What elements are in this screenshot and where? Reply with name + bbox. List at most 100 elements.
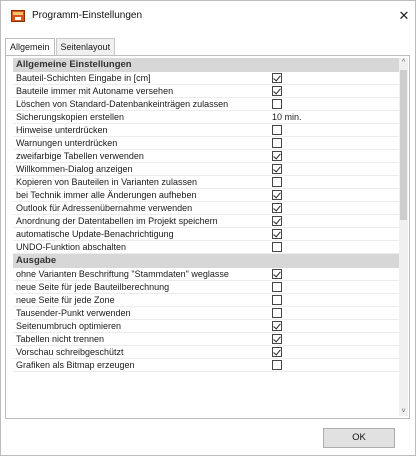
scroll-up-icon[interactable]: ^ [399,58,408,67]
setting-checkbox[interactable] [272,347,282,357]
setting-value [269,320,399,332]
setting-value [269,202,399,214]
setting-row: Anordnung der Datentabellen im Projekt s… [13,215,399,228]
setting-value [269,281,399,293]
setting-row: Vorschau schreibgeschützt [13,346,399,359]
setting-label: UNDO-Funktion abschalten [16,242,127,252]
setting-value [269,294,399,306]
setting-value [269,333,399,345]
setting-label: Seitenumbruch optimieren [16,321,122,331]
settings-grid: Allgemeine Einstellungen Bauteil-Schichte… [13,58,399,416]
setting-checkbox[interactable] [272,151,282,161]
setting-row: Grafiken als Bitmap erzeugen [13,359,399,372]
setting-row: Seitenumbruch optimieren [13,320,399,333]
setting-label: ohne Varianten Beschriftung "Stammdaten"… [16,269,229,279]
setting-checkbox[interactable] [272,334,282,344]
setting-value-field[interactable]: 10 min. [269,111,399,123]
section-header: Ausgabe [13,254,399,268]
setting-value [269,150,399,162]
setting-label: Vorschau schreibgeschützt [16,347,124,357]
setting-row: bei Technik immer alle Änderungen aufheb… [13,189,399,202]
setting-checkbox[interactable] [272,138,282,148]
tab-seitenlayout[interactable]: Seitenlayout [55,38,116,55]
close-button[interactable]: ✕ [393,5,415,27]
setting-label: Grafiken als Bitmap erzeugen [16,360,135,370]
setting-row: Hinweise unterdrücken [13,124,399,137]
setting-label: neue Seite für jede Zone [16,295,115,305]
setting-row: automatische Update-Benachrichtigung [13,228,399,241]
setting-checkbox[interactable] [272,295,282,305]
window-title: Programm-Einstellungen [32,10,143,21]
settings-dialog: Programm-Einstellungen ✕ Allgemein Seite… [0,0,416,456]
setting-row: ohne Varianten Beschriftung "Stammdaten"… [13,268,399,281]
setting-checkbox[interactable] [272,203,282,213]
setting-label: automatische Update-Benachrichtigung [16,229,174,239]
setting-value [269,307,399,319]
setting-row: Willkommen-Dialog anzeigen [13,163,399,176]
setting-value [269,346,399,358]
setting-row: Tausender-Punkt verwenden [13,307,399,320]
setting-checkbox[interactable] [272,216,282,226]
tab-allgemein[interactable]: Allgemein [5,38,55,56]
setting-label: Bauteil-Schichten Eingabe in [cm] [16,73,151,83]
section-header: Allgemeine Einstellungen [13,58,399,72]
setting-checkbox[interactable] [272,164,282,174]
setting-row: Tabellen nicht trennen [13,333,399,346]
setting-checkbox[interactable] [272,229,282,239]
ok-button[interactable]: OK [323,428,395,448]
setting-value [269,359,399,371]
setting-row: Bauteile immer mit Autoname versehen [13,85,399,98]
setting-checkbox[interactable] [272,125,282,135]
setting-row: neue Seite für jede Bauteilberechnung [13,281,399,294]
setting-row: Bauteil-Schichten Eingabe in [cm] [13,72,399,85]
setting-value [269,85,399,97]
setting-label: Tabellen nicht trennen [16,334,105,344]
setting-label: Sicherungskopien erstellen [16,112,125,122]
setting-value [269,72,399,84]
setting-row: Löschen von Standard-Datenbankeinträgen … [13,98,399,111]
scroll-thumb[interactable] [400,70,407,220]
setting-row: Sicherungskopien erstellen 10 min. [13,111,399,124]
tab-panel: Allgemeine Einstellungen Bauteil-Schichte… [5,55,410,419]
setting-checkbox[interactable] [272,177,282,187]
setting-value [269,215,399,227]
setting-row: zweifarbige Tabellen verwenden [13,150,399,163]
setting-value [269,98,399,110]
setting-checkbox[interactable] [272,190,282,200]
setting-label: zweifarbige Tabellen verwenden [16,151,144,161]
setting-value [269,137,399,149]
app-icon [11,10,25,22]
setting-checkbox[interactable] [272,282,282,292]
setting-checkbox[interactable] [272,242,282,252]
setting-label: Anordnung der Datentabellen im Projekt s… [16,216,218,226]
setting-label: neue Seite für jede Bauteilberechnung [16,282,170,292]
setting-checkbox[interactable] [272,99,282,109]
setting-label: Warnungen unterdrücken [16,138,118,148]
setting-checkbox[interactable] [272,86,282,96]
setting-label: Bauteile immer mit Autoname versehen [16,86,174,96]
setting-row: Kopieren von Bauteilen in Varianten zula… [13,176,399,189]
setting-label: Löschen von Standard-Datenbankeinträgen … [16,99,229,109]
setting-checkbox[interactable] [272,269,282,279]
setting-value [269,124,399,136]
vertical-scrollbar[interactable]: ^ ˅ [399,58,408,416]
scroll-down-icon[interactable]: ˅ [399,407,408,416]
setting-checkbox[interactable] [272,308,282,318]
setting-label: Hinweise unterdrücken [16,125,108,135]
setting-row: Warnungen unterdrücken [13,137,399,150]
setting-label: bei Technik immer alle Änderungen aufheb… [16,190,197,200]
setting-checkbox[interactable] [272,73,282,83]
tab-strip: Allgemein Seitenlayout [5,38,116,56]
setting-checkbox[interactable] [272,360,282,370]
setting-label: Outlook für Adressenübernahme verwenden [16,203,193,213]
setting-row: Outlook für Adressenübernahme verwenden [13,202,399,215]
setting-label: Willkommen-Dialog anzeigen [16,164,133,174]
setting-checkbox[interactable] [272,321,282,331]
setting-value [269,268,399,280]
setting-value [269,176,399,188]
setting-value [269,189,399,201]
setting-label: Kopieren von Bauteilen in Varianten zula… [16,177,197,187]
setting-row: UNDO-Funktion abschalten [13,241,399,254]
setting-value [269,228,399,240]
title-bar: Programm-Einstellungen ✕ [1,1,415,31]
